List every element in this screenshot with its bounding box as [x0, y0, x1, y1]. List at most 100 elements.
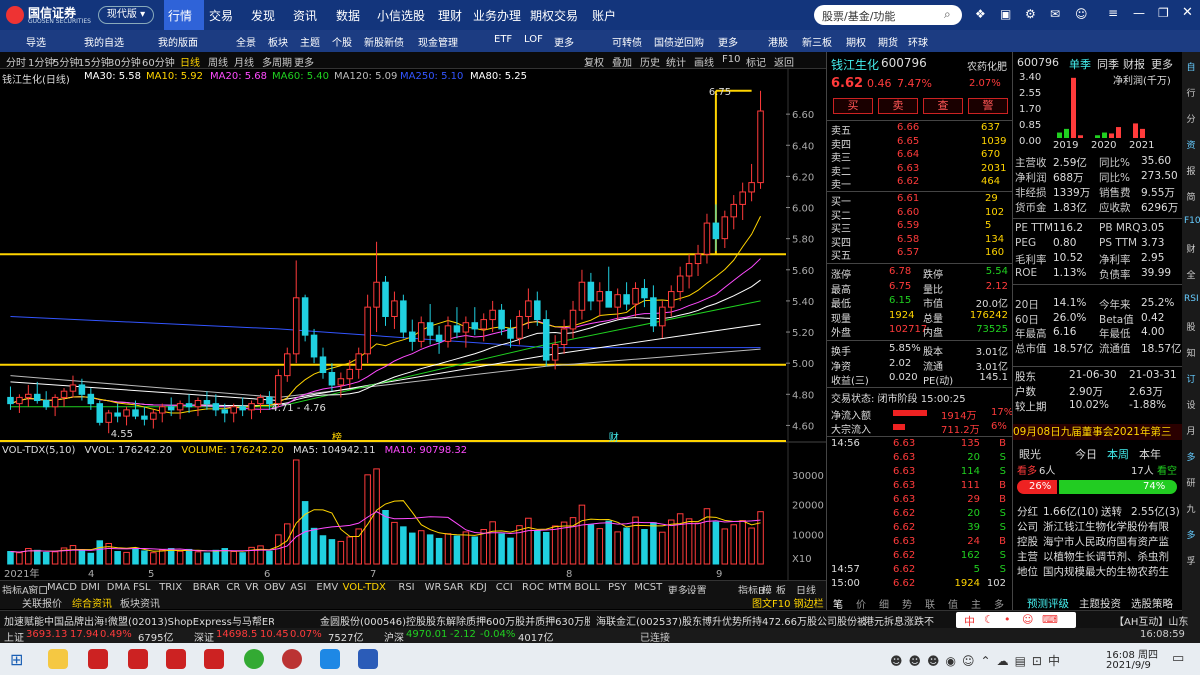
sidebar-btn-4[interactable]: 报 [1184, 164, 1198, 178]
indicator-tab-7[interactable]: BRAR [193, 582, 220, 593]
word-icon[interactable] [358, 649, 378, 669]
indicator-tab-4[interactable]: DMA [107, 582, 130, 593]
moon-icon[interactable]: ☾ [984, 613, 994, 626]
nav-item-6[interactable]: 理财 [438, 7, 462, 24]
sidebar-btn-16[interactable]: 研 [1184, 476, 1198, 490]
period-4[interactable]: 30分钟 [108, 54, 141, 69]
toolbar-item-19[interactable]: 环球 [908, 34, 928, 49]
period-10[interactable]: 更多 [294, 54, 314, 69]
period-right-3[interactable]: 统计 [666, 54, 686, 69]
fin-tab-3[interactable]: 更多 [1151, 56, 1173, 72]
toolbar-item-18[interactable]: 期货 [878, 34, 898, 49]
quote-tab-3[interactable]: 势 [902, 596, 912, 611]
close-icon[interactable]: ✕ [1182, 5, 1193, 20]
toolbar-item-4[interactable]: 板块 [268, 34, 288, 49]
toolbar-item-10[interactable]: LOF [524, 34, 543, 45]
wechat-icon[interactable] [244, 649, 264, 669]
browser-icon[interactable] [282, 649, 302, 669]
minimize-icon[interactable]: — [1133, 6, 1145, 20]
quote-btn-2[interactable]: 查 [923, 98, 963, 114]
tray-icons[interactable]: ☻☻☻◉☺⌃☁▤⊡中 [890, 652, 1066, 669]
app-wh6-icon[interactable] [88, 649, 108, 669]
indicator-tab-22[interactable]: PSY [608, 582, 627, 593]
search-box[interactable]: 股票/基金/功能 ⌕ [814, 5, 962, 25]
search-icon[interactable]: ⌕ [944, 7, 951, 22]
indicator-tab-16[interactable]: SAR [443, 582, 463, 593]
quote-btn-0[interactable]: 买 [833, 98, 873, 114]
period-right-1[interactable]: 叠加 [612, 54, 632, 69]
windows-start-icon[interactable]: ⊞ [10, 650, 23, 669]
edition-button[interactable]: 现代版 ▾ [98, 6, 154, 24]
sidebar-btn-11[interactable]: 知 [1184, 346, 1198, 360]
quote-tab-5[interactable]: 值 [948, 596, 958, 611]
ime-toolbar[interactable]: 中 ☾ • ☺ ⌨ [956, 612, 1076, 628]
toolbar-item-15[interactable]: 港股 [768, 34, 788, 49]
toolbar-item-12[interactable]: 可转债 [612, 34, 642, 49]
folder-icon[interactable] [48, 649, 68, 669]
toolbar-item-16[interactable]: 新三板 [802, 34, 832, 49]
quote-tab-2[interactable]: 细 [879, 596, 889, 611]
indicator-tab-20[interactable]: MTM [548, 582, 571, 593]
toolbar-item-6[interactable]: 个股 [332, 34, 352, 49]
period-8[interactable]: 月线 [234, 54, 254, 69]
toolbar-item-2[interactable]: 我的版面 [158, 34, 198, 49]
period-9[interactable]: 多周期 [262, 54, 292, 69]
bottom-tab-1[interactable]: 综合资讯 [72, 595, 112, 610]
maximize-icon[interactable]: ❐ [1158, 6, 1169, 20]
toolbar-item-8[interactable]: 现金管理 [418, 34, 458, 49]
indicator-tab-8[interactable]: CR [226, 582, 240, 593]
sidebar-btn-9[interactable]: RSI [1184, 294, 1199, 308]
period-right-6[interactable]: 标记 [746, 54, 766, 69]
toolbar-item-3[interactable]: 全景 [236, 34, 256, 49]
user-icon[interactable]: ☺ [1075, 7, 1088, 21]
period-6[interactable]: 日线 [180, 54, 200, 69]
view-tab-1[interactable]: 本周 [1107, 446, 1129, 462]
view-tab-0[interactable]: 今日 [1075, 446, 1097, 462]
sidebar-btn-5[interactable]: 简 [1184, 190, 1198, 204]
period-right-5[interactable]: F10 [722, 54, 740, 65]
period-0[interactable]: 分时 [6, 54, 26, 69]
kline-chart[interactable]: 6.60 6.40 6.20 6.00 5.80 5.60 5.40 5.20 5.00 4.80… [0, 69, 826, 580]
period-5[interactable]: 60分钟 [142, 54, 175, 69]
news-item-0[interactable]: 加速赋能中国品牌出海!微盟(02013)ShopExpress与马帮ERP达成合… [4, 613, 274, 628]
mail-icon[interactable]: ✉ [1050, 7, 1060, 21]
toolbar-item-13[interactable]: 国债逆回购 [654, 34, 704, 49]
fin-tab-2[interactable]: 财报 [1123, 56, 1145, 72]
fin-foot-0[interactable]: 预测评级 [1027, 596, 1069, 611]
fin-foot-1[interactable]: 主题投资 [1079, 596, 1121, 611]
nav-item-4[interactable]: 数据 [336, 7, 360, 24]
app-wh6-icon-2[interactable] [128, 649, 148, 669]
indicator-tab-13[interactable]: VOL-TDX [343, 582, 386, 593]
view-tab-2[interactable]: 本年 [1139, 446, 1161, 462]
sidebar-btn-0[interactable]: 自 [1184, 60, 1198, 74]
toolbar-item-11[interactable]: 更多 [554, 34, 574, 49]
nav-item-7[interactable]: 业务办理 [473, 7, 521, 24]
nav-item-0[interactable]: 行情 [168, 7, 192, 24]
sidebar-btn-12[interactable]: 订 [1184, 372, 1198, 386]
period-right-4[interactable]: 画线 [694, 54, 714, 69]
period-right-0[interactable]: 复权 [584, 54, 604, 69]
indicator-tab-14[interactable]: RSI [398, 582, 414, 593]
taskbar-time[interactable]: 16:08 周四 [1106, 646, 1158, 661]
toolbar-item-9[interactable]: ETF [494, 34, 512, 45]
period-3[interactable]: 15分钟 [78, 54, 111, 69]
indicator-tab-3[interactable]: DMI [81, 582, 100, 593]
quote-tab-6[interactable]: 主 [971, 596, 981, 611]
fin-tab-0[interactable]: 单季 [1069, 56, 1091, 72]
indicator-tab-5[interactable]: FSL [133, 582, 151, 593]
sidebar-btn-8[interactable]: 全 [1184, 268, 1198, 282]
ime-mode[interactable]: 中 [964, 613, 975, 629]
toolbar-item-0[interactable]: 导选 [26, 34, 46, 49]
indicator-tab-2[interactable]: MACD [47, 582, 77, 593]
quote-btn-1[interactable]: 卖 [878, 98, 918, 114]
nav-item-9[interactable]: 账户 [592, 7, 616, 24]
taskbar-date[interactable]: 2021/9/9 [1106, 660, 1151, 671]
nav-item-1[interactable]: 交易 [209, 7, 233, 24]
bottom-tab-0[interactable]: 关联报价 [22, 595, 62, 610]
indicator-tab-23[interactable]: MCST [634, 582, 662, 593]
settings-icon[interactable]: ⚙ [1025, 7, 1036, 21]
indicator-tab-17[interactable]: KDJ [470, 582, 487, 593]
period-2[interactable]: 5分钟 [53, 54, 79, 69]
period-right-7[interactable]: 返回 [774, 54, 794, 69]
toolbar-item-1[interactable]: 我的自选 [84, 34, 124, 49]
